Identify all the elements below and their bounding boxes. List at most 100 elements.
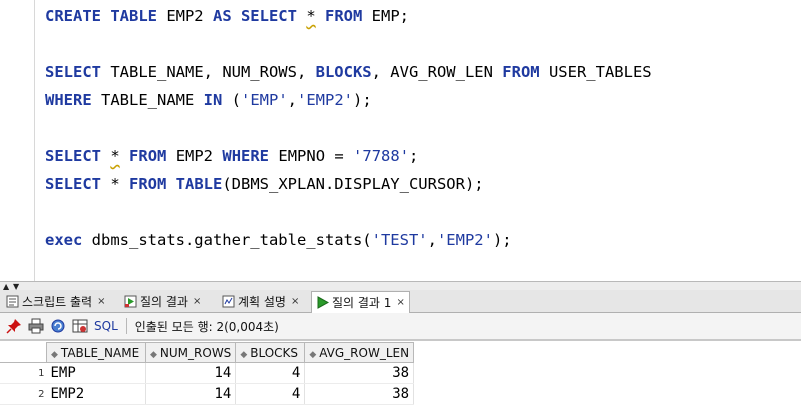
tab-script-output[interactable]: 스크립트 출력 × [2,291,120,312]
code-token: TABLE_NAME [91,91,204,109]
code-token: BLOCKS [315,63,372,81]
code-line[interactable]: WHERE TABLE_NAME IN ('EMP','EMP2'); [45,90,372,110]
code-token: SELECT [45,147,101,165]
pin-icon[interactable] [6,318,22,334]
output-tab-bar: 스크립트 출력 × 질의 결과 × 계획 설명 × 질의 결과 1 × [0,290,801,313]
table-cell[interactable]: 4 [235,362,306,384]
script-output-icon [6,295,19,308]
sort-icon: ◆ [240,349,248,360]
header-row: ◆ TABLE_NAME ◆ NUM_ROWS ◆ BLOCKS ◆ AVG_ROW_L… [0,342,415,363]
table-cell[interactable]: 14 [145,362,237,384]
code-token: IN [203,91,223,109]
code-line[interactable]: SELECT * FROM EMP2 WHERE EMPNO = '7788'; [45,146,418,166]
result-grid[interactable]: ◆ TABLE_NAME ◆ NUM_ROWS ◆ BLOCKS ◆ AVG_ROW_L… [0,340,801,405]
code-token: 'EMP' [241,91,288,109]
code-token: FROM [325,7,363,25]
tab-label: 계획 설명 [238,295,286,309]
code-line[interactable]: SELECT TABLE_NAME, NUM_ROWS, BLOCKS, AVG… [45,62,652,82]
code-token: EMPNO = [269,147,354,165]
code-line[interactable]: CREATE TABLE EMP2 AS SELECT * FROM EMP; [45,6,409,26]
table-cell[interactable]: EMP2 [46,383,146,405]
code-token: ; [409,147,419,165]
fetch-status-text: 인출된 모든 행: 2(0,004초) [134,319,279,334]
table-cell[interactable]: 14 [145,383,237,405]
code-token: AS SELECT [212,7,297,25]
tab-label: 스크립트 출력 [22,295,93,309]
query-result-icon [124,295,137,308]
row-number: 1 [0,362,47,384]
code-token: EMP2 [166,147,223,165]
code-token: SELECT [45,63,101,81]
sort-icon: ◆ [309,349,317,360]
code-token: * [110,147,120,165]
editor-gutter-divider [34,0,35,281]
code-token: dbms_stats.gather_table_stats( [82,231,372,249]
close-icon[interactable]: × [97,296,105,307]
row-number: 2 [0,383,47,405]
header-corner [0,342,47,363]
code-token: 'TEST' [371,231,428,249]
code-token: ); [353,91,372,109]
column-header-num-rows[interactable]: ◆ NUM_ROWS [144,342,237,363]
run-icon [317,296,329,309]
tab-explain-plan[interactable]: 계획 설명 × [218,291,311,312]
code-token: FROM [129,147,167,165]
tab-label: 질의 결과 1 [332,296,392,310]
code-token: USER_TABLES [539,63,652,81]
code-token: ); [492,231,512,249]
column-header-table-name[interactable]: ◆ TABLE_NAME [46,342,146,363]
code-token: , AVG_ROW_LEN [371,63,503,81]
code-token: EMP; [362,7,410,25]
explain-plan-icon [222,295,235,308]
code-token: 'EMP2' [436,231,493,249]
toolbar-divider [125,318,127,334]
code-token: (DBMS_XPLAN.DISPLAY_CURSOR); [222,175,484,193]
table-cell[interactable]: EMP [46,362,146,384]
table-row[interactable]: 1 EMP 14 4 38 [0,362,415,384]
code-token: FROM TABLE [129,175,223,193]
refresh-icon[interactable] [50,318,66,334]
close-icon[interactable]: × [193,296,201,307]
code-token: WHERE [45,91,92,109]
sql-button[interactable]: SQL [94,319,118,333]
table-row[interactable]: 2 EMP2 14 4 38 [0,383,415,405]
tab-query-result-1[interactable]: 질의 결과 1 × [311,291,410,313]
column-header-blocks[interactable]: ◆ BLOCKS [235,342,306,363]
tab-query-result[interactable]: 질의 결과 × [120,291,218,312]
sql-editor[interactable]: CREATE TABLE EMP2 AS SELECT * FROM EMP; S… [0,0,801,281]
sort-icon: ◆ [51,349,58,360]
code-token: WHERE [222,147,270,165]
result-toolbar: SQL 인출된 모든 행: 2(0,004초) [0,313,801,340]
table-cell[interactable]: 4 [235,383,306,405]
table-cell[interactable]: 38 [304,383,415,405]
code-token: SELECT [45,175,101,193]
code-token: ( [222,91,241,109]
print-icon[interactable] [28,318,44,334]
panel-splitter[interactable]: ▲ ▼ [0,281,801,291]
result-table: ◆ TABLE_NAME ◆ NUM_ROWS ◆ BLOCKS ◆ AVG_ROW_L… [0,342,415,405]
code-token: , [427,231,437,249]
code-token: exec [45,231,83,249]
code-token: '7788' [353,147,410,165]
code-token: * [101,175,129,193]
code-line[interactable]: exec dbms_stats.gather_table_stats('TEST… [45,230,512,250]
code-token: FROM [502,63,540,81]
code-token: EMP2 [156,7,213,25]
code-token: TABLE_NAME, NUM_ROWS, [101,63,316,81]
code-token: * [306,7,316,25]
code-token: 'EMP2' [297,91,354,109]
close-icon[interactable]: × [396,297,404,308]
code-token: , [287,91,298,109]
tab-label: 질의 결과 [140,295,188,309]
code-token: CREATE TABLE [45,7,157,25]
close-icon[interactable]: × [291,296,299,307]
table-settings-icon[interactable] [72,318,88,334]
code-line[interactable]: SELECT * FROM TABLE(DBMS_XPLAN.DISPLAY_C… [45,174,484,194]
column-header-avg-row-len[interactable]: ◆ AVG_ROW_LEN [304,342,415,363]
table-cell[interactable]: 38 [304,362,415,384]
sort-icon: ◆ [150,349,157,360]
